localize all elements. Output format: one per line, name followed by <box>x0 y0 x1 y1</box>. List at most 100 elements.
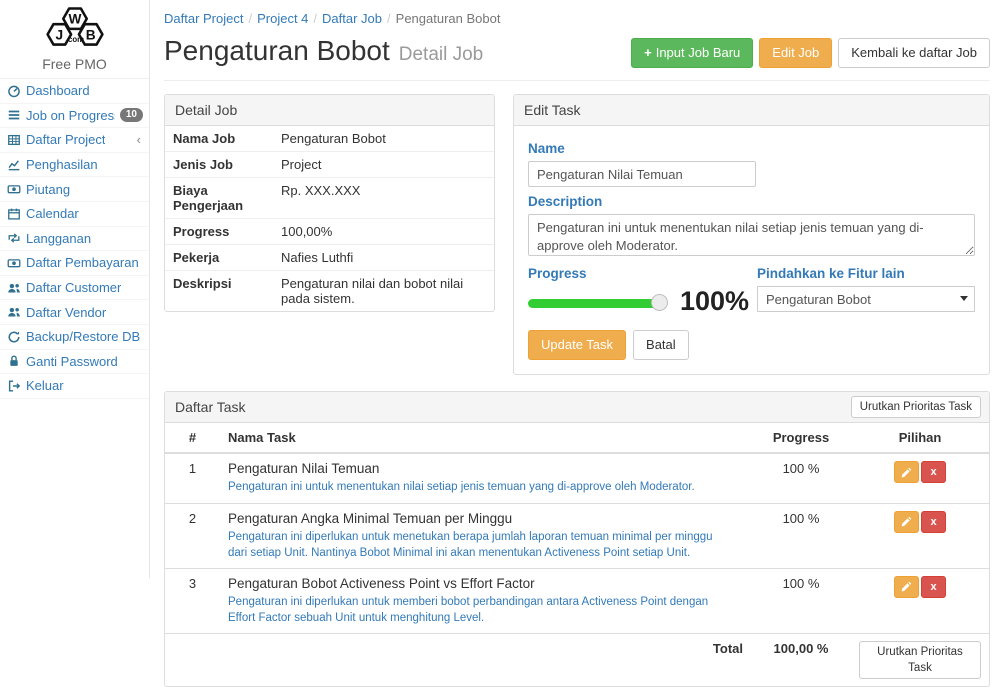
edit-task-panel: Edit Task Name Description Pengaturan in… <box>513 94 990 375</box>
detail-job-panel-title: Detail Job <box>165 95 494 126</box>
sidebar-item-piutang[interactable]: Piutang <box>0 177 149 202</box>
input-job-baru-label: Input Job Baru <box>656 44 741 62</box>
task-number: 1 <box>165 453 220 503</box>
table-row: Jenis JobProject <box>165 152 494 178</box>
sidebar-item-label: Daftar Customer <box>26 280 121 295</box>
task-name: Pengaturan Angka Minimal Temuan per Ming… <box>228 511 743 526</box>
calendar-icon <box>6 207 21 221</box>
count-badge: 10 <box>120 108 143 122</box>
daftar-task-panel-title: Daftar Task <box>175 399 246 415</box>
sidebar-item-langganan[interactable]: Langganan <box>0 227 149 252</box>
sidebar-item-label: Job on Progress <box>26 108 115 123</box>
detail-value: Pengaturan Bobot <box>273 126 494 152</box>
task-table: # Nama Task Progress Pilihan 1 Pengatura… <box>165 423 989 686</box>
table-row: Progress100,00% <box>165 219 494 245</box>
detail-label: Biaya Pengerjaan <box>165 178 273 219</box>
detail-job-panel: Detail Job Nama JobPengaturan Bobot Jeni… <box>164 94 495 312</box>
column-header-pilihan: Pilihan <box>851 423 989 453</box>
retweet-icon <box>6 231 21 245</box>
edit-job-button[interactable]: Edit Job <box>759 38 832 68</box>
sidebar-item-daftar-project[interactable]: Daftar Project ‹ <box>0 128 149 153</box>
sidebar-item-dashboard[interactable]: Dashboard <box>0 79 149 104</box>
task-progress: 100 % <box>751 568 851 633</box>
detail-label: Deskripsi <box>165 271 273 312</box>
kembali-ke-daftar-job-button[interactable]: Kembali ke daftar Job <box>838 38 990 68</box>
breadcrumb-link-project-4[interactable]: Project 4 <box>257 11 308 26</box>
sidebar-item-daftar-vendor[interactable]: Daftar Vendor <box>0 300 149 325</box>
input-job-baru-button[interactable]: +Input Job Baru <box>631 38 753 68</box>
sidebar-item-ganti-password[interactable]: Ganti Password <box>0 350 149 375</box>
users-icon <box>6 305 21 319</box>
svg-text:.com: .com <box>65 35 83 44</box>
breadcrumb: Daftar Project/Project 4/Daftar Job/Peng… <box>164 11 990 26</box>
detail-label: Jenis Job <box>165 152 273 178</box>
breadcrumb-separator: / <box>382 11 396 26</box>
task-description: Pengaturan ini untuk menentukan nilai se… <box>228 479 743 495</box>
batal-button[interactable]: Batal <box>633 330 689 360</box>
plus-icon: + <box>644 44 652 62</box>
name-label: Name <box>528 141 975 156</box>
delete-task-button[interactable]: x <box>921 511 946 533</box>
page-title: Pengaturan Bobot <box>164 35 390 67</box>
detail-value: Pengaturan nilai dan bobot nilai pada si… <box>273 271 494 312</box>
column-header-num: # <box>165 423 220 453</box>
edit-task-button[interactable] <box>894 461 919 483</box>
task-number: 3 <box>165 568 220 633</box>
column-header-progress: Progress <box>751 423 851 453</box>
sidebar-item-job-on-progress[interactable]: Job on Progress 10 <box>0 104 149 129</box>
breadcrumb-separator: / <box>243 11 257 26</box>
sidebar-item-label: Ganti Password <box>26 354 118 369</box>
task-progress: 100 % <box>751 453 851 503</box>
sidebar-item-penghasilan[interactable]: Penghasilan <box>0 153 149 178</box>
edit-task-button[interactable] <box>894 576 919 598</box>
sidebar: W J B .com Free PMO Dashboard Job on Pro… <box>0 0 150 578</box>
sidebar-item-label: Daftar Vendor <box>26 305 106 320</box>
breadcrumb-current: Pengaturan Bobot <box>396 11 501 26</box>
task-name-input[interactable] <box>528 161 756 187</box>
sidebar-item-daftar-pembayaran[interactable]: Daftar Pembayaran <box>0 251 149 276</box>
progress-slider[interactable] <box>528 299 660 308</box>
pencil-icon <box>901 516 912 527</box>
breadcrumb-link-daftar-project[interactable]: Daftar Project <box>164 11 243 26</box>
breadcrumb-link-daftar-job[interactable]: Daftar Job <box>322 11 382 26</box>
sidebar-item-label: Calendar <box>26 206 79 221</box>
slider-handle[interactable] <box>651 294 668 311</box>
detail-label: Progress <box>165 219 273 245</box>
table-row: 1 Pengaturan Nilai Temuan Pengaturan ini… <box>165 453 989 503</box>
pencil-icon <box>901 467 912 478</box>
move-to-feature-select[interactable]: Pengaturan Bobot <box>757 286 975 312</box>
urutkan-prioritas-task-button[interactable]: Urutkan Prioritas Task <box>851 396 981 418</box>
sidebar-item-label: Dashboard <box>26 83 90 98</box>
chevron-left-icon: ‹ <box>137 132 143 147</box>
total-label: Total <box>220 633 751 686</box>
sidebar-item-calendar[interactable]: Calendar <box>0 202 149 227</box>
delete-task-button[interactable]: x <box>921 576 946 598</box>
update-task-button[interactable]: Update Task <box>528 330 626 360</box>
breadcrumb-separator: / <box>308 11 322 26</box>
total-value: 100,00 % <box>751 633 851 686</box>
detail-job-table: Nama JobPengaturan Bobot Jenis JobProjec… <box>165 126 494 311</box>
svg-text:J: J <box>55 27 63 42</box>
money-icon <box>6 256 21 270</box>
sidebar-item-label: Backup/Restore DB <box>26 329 140 344</box>
detail-value: Nafies Luthfi <box>273 245 494 271</box>
progress-label: Progress <box>528 266 757 281</box>
logo-box: W J B .com Free PMO <box>0 0 149 79</box>
move-to-feature-label: Pindahkan ke Fitur lain <box>757 266 975 281</box>
description-label: Description <box>528 194 975 209</box>
sidebar-item-label: Langganan <box>26 231 91 246</box>
sidebar-item-backup-restore-db[interactable]: Backup/Restore DB <box>0 325 149 350</box>
task-description-textarea[interactable]: Pengaturan ini untuk menentukan nilai se… <box>528 214 975 256</box>
table-total-row: Total 100,00 % Urutkan Prioritas Task <box>165 633 989 686</box>
edit-task-button[interactable] <box>894 511 919 533</box>
sidebar-item-keluar[interactable]: Keluar <box>0 374 149 399</box>
delete-task-button[interactable]: x <box>921 461 946 483</box>
urutkan-prioritas-task-footer-button[interactable]: Urutkan Prioritas Task <box>859 641 981 679</box>
sidebar-item-daftar-customer[interactable]: Daftar Customer <box>0 276 149 301</box>
column-header-nama-task: Nama Task <box>220 423 751 453</box>
main-content: Daftar Project/Project 4/Daftar Job/Peng… <box>150 0 1000 578</box>
dashboard-icon <box>6 84 21 98</box>
pencil-icon <box>901 581 912 592</box>
sidebar-item-label: Daftar Project <box>26 132 105 147</box>
sidebar-item-label: Keluar <box>26 378 64 393</box>
